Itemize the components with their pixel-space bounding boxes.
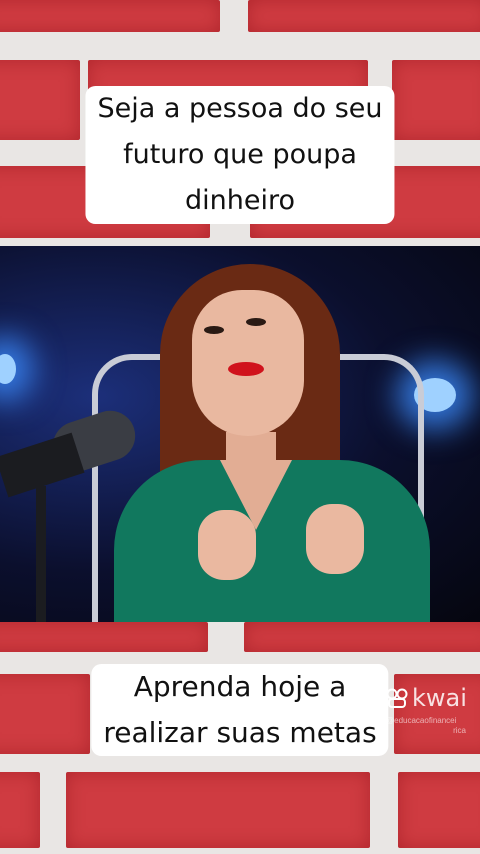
top-caption-line-1: Seja a pessoa do seu [97,93,383,124]
presenter-eye-right [246,318,266,326]
kwai-logo-icon [386,688,408,708]
bottom-caption-line-2: realizar suas metas [103,716,377,749]
studio-light-left [0,354,16,384]
presenter-hands [198,504,368,580]
bottom-caption: Aprenda hoje a realizar suas metas [91,664,389,756]
bottom-caption-line-1: Aprenda hoje a [133,670,347,703]
watermark-handle-line-1: @educacaofinancei [386,716,457,725]
top-caption: Seja a pessoa do seu futuro que poupa di… [85,86,395,224]
presenter-lips [228,362,264,376]
microphone-icon [0,404,142,622]
left-hand [198,510,256,580]
watermark-handle-line-2: rica [453,726,466,735]
top-caption-line-2: futuro que poupa [123,139,357,170]
top-caption-line-3: dinheiro [184,185,296,216]
video-frame[interactable] [0,246,480,622]
kwai-watermark: kwai @educacaofinancei rica [386,684,476,744]
presenter-eye-left [204,326,224,334]
kwai-brand-text: kwai [412,684,467,712]
right-hand [306,504,364,574]
